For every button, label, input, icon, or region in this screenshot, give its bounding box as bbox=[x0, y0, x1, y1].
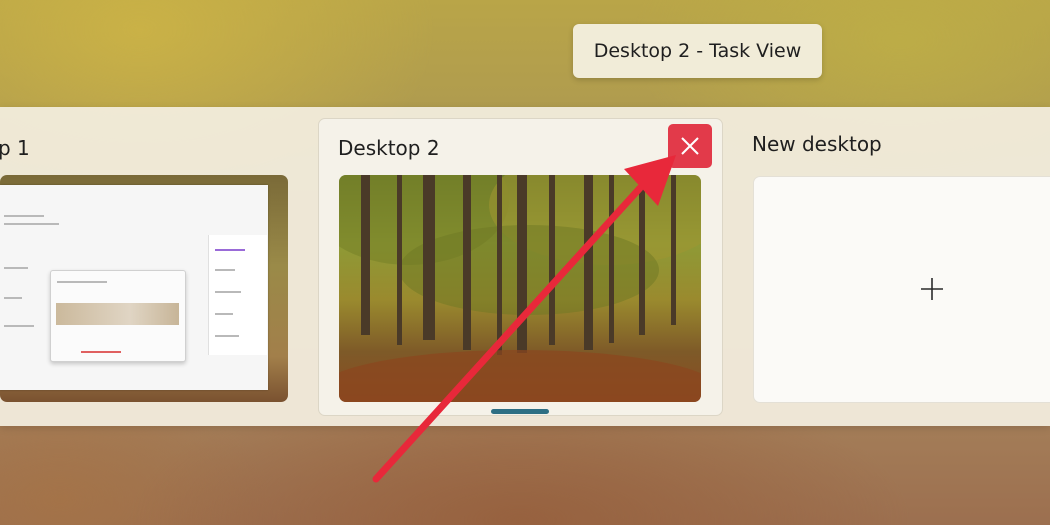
app-window-preview bbox=[0, 185, 268, 390]
desktop-1-thumbnail[interactable] bbox=[0, 175, 288, 402]
close-desktop-button[interactable] bbox=[668, 124, 712, 168]
desktop-2-label: Desktop 2 bbox=[338, 136, 440, 160]
new-desktop-button[interactable] bbox=[753, 176, 1050, 403]
tooltip: Desktop 2 - Task View bbox=[573, 24, 822, 78]
desktop-1-label: p 1 bbox=[0, 136, 30, 160]
plus-icon bbox=[921, 278, 943, 300]
new-desktop-label: New desktop bbox=[752, 132, 882, 156]
active-desktop-indicator bbox=[491, 409, 549, 414]
close-icon bbox=[681, 137, 699, 155]
dialog-preview bbox=[50, 270, 186, 362]
tooltip-text: Desktop 2 - Task View bbox=[593, 40, 802, 62]
desktop-2-thumbnail[interactable] bbox=[339, 175, 701, 402]
side-panel-preview bbox=[208, 235, 267, 355]
